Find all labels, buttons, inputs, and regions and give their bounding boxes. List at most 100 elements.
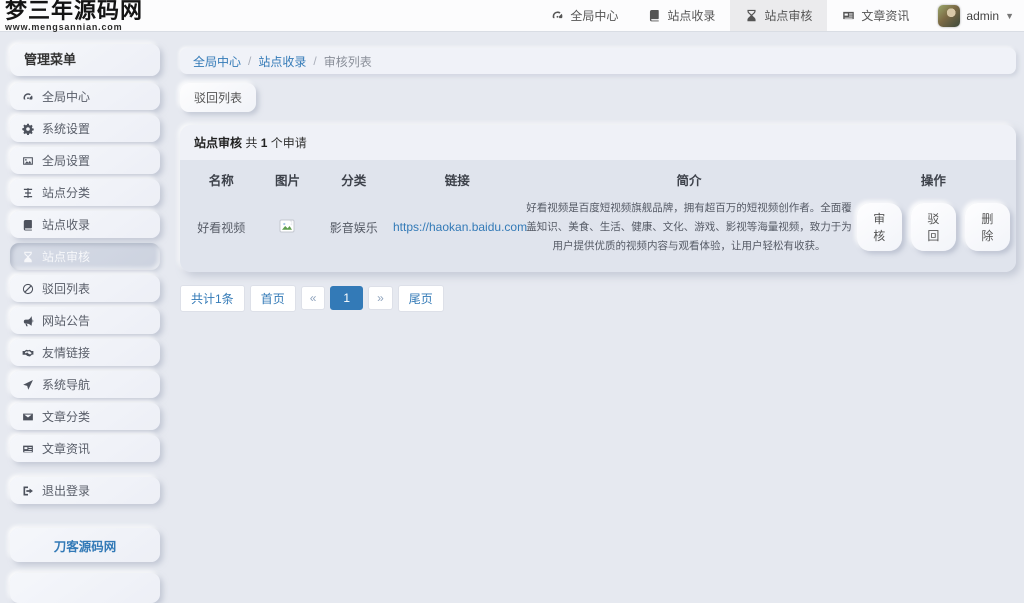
main-content: 全局中心 / 站点收录 / 审核列表 驳回列表 站点审核 共 1 个申请 名称 … [180,48,1016,312]
site-link[interactable]: https://haokan.baidu.com [393,220,527,234]
breadcrumb: 全局中心 / 站点收录 / 审核列表 [180,48,1016,74]
audit-table-wrap: 名称 图片 分类 链接 简介 操作 好看视频 [180,160,1016,272]
table-row: 好看视频 影音娱乐 https://haokan.baidu.com [184,195,1012,260]
sidebar-item-site-category[interactable]: 站点分类 [10,179,160,206]
sidebar-item-label: 文章分类 [42,408,90,425]
sidebar-item-label: 全局设置 [42,152,90,169]
col-header-category: 分类 [316,160,391,195]
sidebar-item-label: 网站公告 [42,312,90,329]
col-header-image: 图片 [259,160,317,195]
topnav-label: 站点收录 [667,7,715,24]
topnav-item-global-center[interactable]: 全局中心 [536,0,633,31]
cell-site-link: https://haokan.baidu.com [391,195,523,260]
cell-site-category: 影音娱乐 [316,195,391,260]
topnav-label: 文章资讯 [861,7,909,24]
sidebar-header: 管理菜单 [10,44,160,76]
sidebar-item-global-center[interactable]: 全局中心 [10,83,160,110]
breadcrumb-link-site-index[interactable]: 站点收录 [258,53,306,70]
sidebar-item-logout[interactable]: 退出登录 [10,477,160,504]
sign-out-icon [22,485,34,497]
sidebar-item-article-news[interactable]: 文章资讯 [10,435,160,462]
sidebar-item-label: 站点审核 [42,248,90,265]
pagination-next[interactable]: » [368,286,393,310]
sidebar-item-label: 站点分类 [42,184,90,201]
envelope-icon [22,411,34,423]
col-header-intro: 简介 [523,160,854,195]
audit-button[interactable]: 审核 [857,203,902,251]
gauge-icon [551,9,564,22]
newspaper-icon [842,9,855,22]
handshake-icon [22,347,34,359]
sidebar-panel-partial [10,573,160,603]
sidebar-item-global-settings[interactable]: 全局设置 [10,147,160,174]
cell-site-name: 好看视频 [184,195,259,260]
topnav-item-site-index[interactable]: 站点收录 [633,0,730,31]
breadcrumb-separator: / [313,54,316,68]
hourglass-icon [22,251,34,263]
gear-icon [22,123,34,135]
panel-count-mid: 共 [245,136,257,150]
chevron-down-icon: ▼ [1005,11,1014,21]
breadcrumb-current: 审核列表 [324,53,372,70]
topnav-item-articles[interactable]: 文章资讯 [827,0,924,31]
bullhorn-icon [22,315,34,327]
sidebar-item-article-category[interactable]: 文章分类 [10,403,160,430]
topnav-item-site-audit[interactable]: 站点审核 [730,0,827,31]
hourglass-icon [745,9,758,22]
sidebar-item-label: 系统设置 [42,120,90,137]
table-header-row: 名称 图片 分类 链接 简介 操作 [184,160,1012,195]
pagination-page-1[interactable]: 1 [330,286,363,310]
brand-title: 梦三年源码网 [5,0,143,22]
panel-count-suffix: 个申请 [271,136,307,150]
sidebar-item-system-nav[interactable]: 系统导航 [10,371,160,398]
location-arrow-icon [22,379,34,391]
sidebar-item-site-notice[interactable]: 网站公告 [10,307,160,334]
sidebar-item-label: 文章资讯 [42,440,90,457]
audit-table: 名称 图片 分类 链接 简介 操作 好看视频 [184,160,1012,260]
sidebar-item-site-index[interactable]: 站点收录 [10,211,160,238]
cell-site-intro: 好看视频是百度短视频旗舰品牌，拥有超百万的短视频创作者。全面覆盖知识、美食、生活… [523,195,854,260]
sidebar: 管理菜单 全局中心 系统设置 全局设置 站点分类 站点收录 站点审核 驳回列表 … [10,44,160,603]
user-menu[interactable]: admin ▼ [924,0,1024,31]
breadcrumb-link-global-center[interactable]: 全局中心 [193,53,241,70]
brand-logo[interactable]: 梦三年源码网 www.mengsannian.com [5,0,143,31]
pagination-total: 共计1条 [180,285,245,312]
brand-subtitle: www.mengsannian.com [5,23,143,32]
sidebar-item-label: 驳回列表 [42,280,90,297]
pagination-prev[interactable]: « [301,286,326,310]
topnav-label: 全局中心 [570,7,618,24]
user-avatar [938,5,960,27]
sidebar-item-system-settings[interactable]: 系统设置 [10,115,160,142]
panel-title-text: 站点审核 [194,136,242,150]
reject-list-button[interactable]: 驳回列表 [180,83,256,112]
col-header-name: 名称 [184,160,259,195]
sidebar-item-site-audit[interactable]: 站点审核 [10,243,160,270]
top-navbar: 梦三年源码网 www.mengsannian.com 全局中心 站点收录 站点审… [0,0,1024,32]
delete-button[interactable]: 删除 [965,203,1010,251]
panel-title: 站点审核 共 1 个申请 [180,125,1016,160]
sidebar-footer-link[interactable]: 刀客源码网 [10,528,160,562]
sidebar-item-label: 退出登录 [42,482,90,499]
reject-button[interactable]: 驳回 [911,203,956,251]
newspaper-icon [22,443,34,455]
user-name: admin [966,9,999,23]
breadcrumb-separator: / [248,54,251,68]
image-icon [22,155,34,167]
category-icon [22,187,34,199]
book-icon [22,219,34,231]
sidebar-item-label: 系统导航 [42,376,90,393]
pagination: 共计1条 首页 « 1 » 尾页 [180,285,1016,312]
sidebar-item-label: 友情链接 [42,344,90,361]
cell-actions: 审核 驳回 删除 [855,195,1012,260]
top-nav-menu: 全局中心 站点收录 站点审核 文章资讯 admin ▼ [536,0,1024,31]
sidebar-item-reject-list[interactable]: 驳回列表 [10,275,160,302]
panel-count: 1 [261,136,268,150]
pagination-last[interactable]: 尾页 [398,285,444,312]
pagination-first[interactable]: 首页 [250,285,296,312]
ban-icon [22,283,34,295]
sidebar-item-friend-links[interactable]: 友情链接 [10,339,160,366]
action-buttons: 审核 驳回 删除 [857,203,1010,251]
audit-panel: 站点审核 共 1 个申请 名称 图片 分类 链接 简介 操作 [180,125,1016,272]
broken-image-icon [279,218,295,234]
gauge-icon [22,91,34,103]
